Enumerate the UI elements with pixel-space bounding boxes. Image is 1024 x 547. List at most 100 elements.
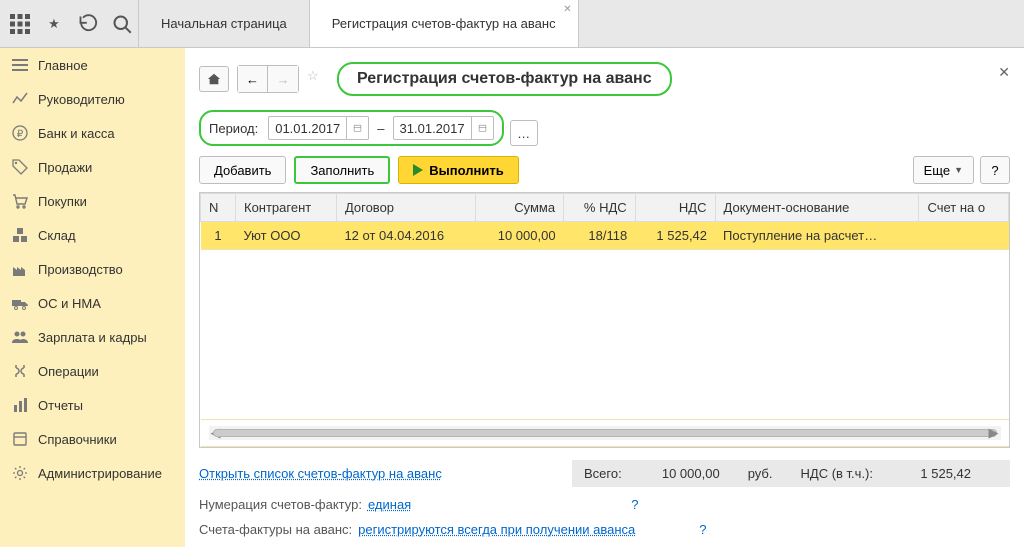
sidebar-item-4[interactable]: Покупки (0, 184, 185, 218)
topbar: ★ Начальная страница Регистрация счетов-… (0, 0, 1024, 48)
column-header[interactable]: НДС (635, 194, 715, 222)
page-title: Регистрация счетов-фактур на аванс (337, 62, 672, 96)
sidebar-item-7[interactable]: ОС и НМА (0, 286, 185, 320)
main-area: ✕ ← → ☆ Регистрация счетов-фактур на ава… (185, 48, 1024, 547)
totals-box: Всего: 10 000,00 руб. НДС (в т.ч.): 1 52… (572, 460, 1010, 487)
tab-strip: Начальная страница Регистрация счетов-фа… (139, 0, 579, 47)
sidebar-item-label: Главное (38, 58, 88, 73)
back-button[interactable]: ← (238, 66, 268, 92)
accounts-link[interactable]: регистрируются всегда при получении аван… (358, 522, 635, 537)
add-button[interactable]: Добавить (199, 156, 286, 184)
column-header[interactable]: Сумма (475, 194, 564, 222)
period-more-button[interactable]: … (510, 120, 538, 146)
svg-text:₽: ₽ (17, 129, 24, 140)
numbering-label: Нумерация счетов-фактур: (199, 497, 362, 512)
sidebar-item-10[interactable]: Отчеты (0, 388, 185, 422)
sidebar-item-label: Руководителю (38, 92, 125, 107)
boxes-icon (12, 227, 28, 243)
forward-button[interactable]: → (268, 66, 298, 92)
people-icon (12, 329, 28, 345)
sidebar-item-1[interactable]: Руководителю (0, 82, 185, 116)
totals-currency: руб. (748, 466, 773, 481)
sidebar-item-2[interactable]: ₽ Банк и касса (0, 116, 185, 150)
favorite-star-icon[interactable]: ☆ (307, 68, 329, 90)
help-button[interactable]: ? (980, 156, 1010, 184)
date-from-value: 01.01.2017 (269, 121, 346, 136)
sidebar-item-label: Продажи (38, 160, 92, 175)
date-to-input[interactable]: 31.01.2017 (393, 116, 494, 140)
sidebar-item-label: Зарплата и кадры (38, 330, 147, 345)
tab-home[interactable]: Начальная страница (139, 0, 310, 47)
tab-close-icon[interactable]: ✕ (563, 4, 571, 15)
factory-icon (12, 261, 28, 277)
ops-icon (12, 363, 28, 379)
column-header[interactable]: % НДС (564, 194, 636, 222)
sidebar-item-label: Администрирование (38, 466, 162, 481)
horizontal-scrollbar[interactable]: ◀▶ (209, 426, 1001, 440)
sidebar-item-label: Склад (38, 228, 76, 243)
period-filter: Период: 01.01.2017 – 31.01.2017 (199, 110, 504, 146)
numbering-row: Нумерация счетов-фактур: единая ? (199, 497, 1010, 512)
calendar-icon[interactable] (346, 117, 368, 139)
tag-icon (12, 159, 28, 175)
chart-icon (12, 91, 28, 107)
report-icon (12, 397, 28, 413)
column-header[interactable]: N (201, 194, 236, 222)
date-from-input[interactable]: 01.01.2017 (268, 116, 369, 140)
gear-icon (12, 465, 28, 481)
home-button[interactable] (199, 66, 229, 92)
accounts-row: Счета-фактуры на аванс: регистрируются в… (199, 522, 1010, 537)
totals-sum: 10 000,00 (650, 466, 720, 481)
sidebar-item-6[interactable]: Производство (0, 252, 185, 286)
sidebar-item-3[interactable]: Продажи (0, 150, 185, 184)
sidebar-item-label: Банк и касса (38, 126, 115, 141)
sidebar-item-label: ОС и НМА (38, 296, 101, 311)
tab-label: Регистрация счетов-фактур на аванс (332, 16, 556, 31)
column-header[interactable]: Договор (336, 194, 475, 222)
open-list-link[interactable]: Открыть список счетов-фактур на аванс (199, 466, 442, 481)
sidebar-item-11[interactable]: Справочники (0, 422, 185, 456)
sidebar-item-label: Справочники (38, 432, 117, 447)
sidebar-item-label: Отчеты (38, 398, 83, 413)
column-header[interactable]: Счет на о (919, 194, 1009, 222)
help-link[interactable]: ? (631, 497, 638, 512)
ruble-icon: ₽ (12, 125, 28, 141)
sidebar-item-9[interactable]: Операции (0, 354, 185, 388)
period-separator: – (377, 121, 384, 136)
numbering-link[interactable]: единая (368, 497, 411, 512)
sidebar-item-5[interactable]: Склад (0, 218, 185, 252)
fill-button[interactable]: Заполнить (294, 156, 390, 184)
topbar-icon-group: ★ (0, 0, 139, 47)
close-button[interactable]: ✕ (998, 64, 1010, 81)
more-button[interactable]: Еще▼ (913, 156, 974, 184)
cart-icon (12, 193, 28, 209)
date-to-value: 31.01.2017 (394, 121, 471, 136)
column-header[interactable]: Документ-основание (715, 194, 919, 222)
period-label: Период: (209, 121, 260, 136)
run-button[interactable]: Выполнить (398, 156, 518, 184)
action-bar: Добавить Заполнить Выполнить Еще▼ ? (199, 156, 1010, 184)
help-link[interactable]: ? (699, 522, 706, 537)
sidebar-item-0[interactable]: Главное (0, 48, 185, 82)
sidebar-item-12[interactable]: Администрирование (0, 456, 185, 490)
tab-active[interactable]: Регистрация счетов-фактур на аванс ✕ (310, 0, 579, 47)
totals-vat-label: НДС (в т.ч.): (801, 466, 874, 481)
truck-icon (12, 295, 28, 311)
tab-label: Начальная страница (161, 16, 287, 31)
search-icon[interactable] (112, 14, 132, 34)
column-header[interactable]: Контрагент (236, 194, 337, 222)
header-row: ← → ☆ Регистрация счетов-фактур на аванс (199, 62, 1010, 96)
totals-vat: 1 525,42 (901, 466, 971, 481)
history-icon[interactable] (78, 14, 98, 34)
sidebar-item-label: Операции (38, 364, 99, 379)
sidebar-item-label: Покупки (38, 194, 87, 209)
menu-icon (12, 57, 28, 73)
apps-icon[interactable] (10, 14, 30, 34)
star-icon[interactable]: ★ (44, 14, 64, 34)
table-row[interactable]: 1Уют ООО12 от 04.04.201610 000,0018/1181… (201, 222, 1009, 250)
calendar-icon[interactable] (471, 117, 493, 139)
sidebar-item-label: Производство (38, 262, 123, 277)
sidebar-item-8[interactable]: Зарплата и кадры (0, 320, 185, 354)
sidebar: Главное Руководителю ₽ Банк и касса Продажи П… (0, 48, 185, 547)
chevron-down-icon: ▼ (954, 165, 963, 175)
